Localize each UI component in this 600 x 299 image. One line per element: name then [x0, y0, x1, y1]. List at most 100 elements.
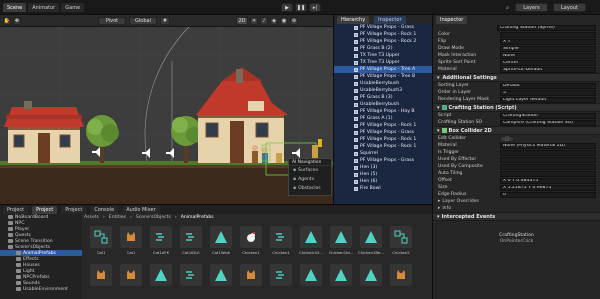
sprite-renderer-field[interactable]: Simple	[500, 45, 596, 52]
bottom-tab[interactable]: Project	[32, 205, 58, 214]
surfaces-toggle[interactable]: ▪ Surfaces	[289, 166, 331, 175]
effects-toggle[interactable]: ◈	[270, 17, 278, 25]
asset-item[interactable]: Chicken1	[236, 226, 266, 260]
box-collider-field[interactable]	[500, 170, 596, 177]
hierarchy-item[interactable]: Squirrel	[334, 150, 432, 157]
hierarchy-item[interactable]: PF Village Props - Rock 1	[334, 122, 432, 129]
layer-overrides-foldout[interactable]: ▸ Layer Overrides	[433, 198, 600, 205]
sprite-renderer-field[interactable]: None	[500, 52, 596, 59]
asset-item[interactable]: Chicken1	[266, 226, 296, 260]
box-collider-header[interactable]: ▾ Box Collider 2D	[433, 126, 600, 135]
script-field[interactable]: CraftingStation	[500, 112, 596, 119]
breadcrumb-item[interactable]: Scene'sObjects	[136, 215, 171, 220]
hierarchy-item[interactable]: PF Village Props - Grass	[334, 157, 432, 164]
play-button[interactable]: ▶	[281, 3, 293, 12]
obstacles-toggle[interactable]: ▪ Obstacles	[289, 184, 331, 193]
tab-hierarchy[interactable]: Hierarchy	[337, 15, 370, 24]
edit-collider-button[interactable]: ⬚	[500, 135, 514, 142]
lighting-toggle[interactable]: ☀	[250, 17, 258, 25]
additional-settings-field[interactable]: 5	[500, 89, 596, 96]
hierarchy-item[interactable]: PF Village Props - Rock 1	[334, 136, 432, 143]
asset-item[interactable]: Cat1IDLE	[176, 226, 206, 260]
global-dropdown[interactable]: Global	[129, 17, 157, 25]
asset-item[interactable]	[356, 264, 386, 298]
breadcrumb-item[interactable]: Entities	[109, 215, 126, 220]
gizmos-toggle[interactable]: ⊕	[290, 17, 298, 25]
bottom-tab[interactable]: Project	[61, 205, 87, 214]
box-collider-field[interactable]	[500, 149, 596, 156]
asset-item[interactable]: Chicken1D...	[296, 226, 326, 260]
sprite-renderer-field[interactable]: Sprite-Lit-Default	[500, 66, 596, 73]
intercepted-events-header[interactable]: ▾ Intercepted Events	[433, 212, 600, 221]
sprite-renderer-field[interactable]: X Y	[500, 38, 596, 45]
hand-tool-button[interactable]: ✋	[3, 17, 11, 25]
crafting-station-script-header[interactable]: ▾ Crafting Station (Script)	[433, 103, 600, 112]
asset-item[interactable]: Cat1	[116, 226, 146, 260]
hierarchy-item[interactable]: PF Grass B (2)	[334, 45, 432, 52]
script-field[interactable]: Campfire (Crafting Station SO)	[500, 119, 596, 126]
asset-item[interactable]	[206, 264, 236, 298]
breadcrumb-item[interactable]: AnimalPrefabs	[181, 215, 214, 220]
asset-item[interactable]	[236, 264, 266, 298]
bottom-tab[interactable]: Project	[3, 205, 29, 214]
step-button[interactable]: ▸|	[309, 3, 321, 12]
tab-animator[interactable]: Animator	[28, 3, 60, 12]
asset-item[interactable]: Cat1AFK	[146, 226, 176, 260]
info-foldout[interactable]: ▸ Info	[433, 205, 600, 212]
hierarchy-item[interactable]: Hen (6)	[334, 178, 432, 185]
asset-item[interactable]	[266, 264, 296, 298]
hierarchy-item[interactable]: PF Village Props - Grass	[334, 129, 432, 136]
box-collider-field[interactable]	[500, 163, 596, 170]
camera-toggle[interactable]: ◉	[280, 17, 288, 25]
hierarchy-item[interactable]: PF Village Props - Rock 1	[334, 31, 432, 38]
hierarchy-item[interactable]: TX Tree T3 Upper	[334, 59, 432, 66]
asset-item[interactable]: Chicken1Be...	[356, 226, 386, 260]
layout-dropdown[interactable]: Layout	[553, 3, 586, 12]
hierarchy-item[interactable]: PF Village Props - Tree A	[334, 66, 432, 73]
tab-scene[interactable]: Scene	[3, 3, 27, 12]
hierarchy-item[interactable]: PF Grass B (3)	[334, 94, 432, 101]
tab-inspector[interactable]: Inspector	[436, 15, 468, 24]
box-collider-field[interactable]: 0	[500, 191, 596, 198]
box-collider-field[interactable]	[500, 156, 596, 163]
box-collider-field[interactable]: None (Physics Material 2D)	[500, 142, 596, 149]
asset-item[interactable]	[146, 264, 176, 298]
asset-item[interactable]	[296, 264, 326, 298]
audio-toggle[interactable]: ♪	[260, 17, 268, 25]
hierarchy-item[interactable]: Hen (3)	[334, 164, 432, 171]
asset-item[interactable]: Chicken1Id...	[326, 226, 356, 260]
asset-item[interactable]	[386, 264, 416, 298]
search-icon[interactable]: ⌕	[505, 3, 510, 12]
asset-item[interactable]: Cat1Walk	[206, 226, 236, 260]
layers-dropdown[interactable]: Layers	[515, 3, 548, 12]
asset-item[interactable]	[116, 264, 146, 298]
agents-toggle[interactable]: ▪ Agents	[289, 175, 331, 184]
move-tool-button[interactable]: ✥	[13, 17, 21, 25]
sprite-renderer-field[interactable]: Center	[500, 59, 596, 66]
box-collider-field[interactable]: X 0 Y 0.484375	[500, 177, 596, 184]
hierarchy-item[interactable]: PF Grass A (1)	[334, 115, 432, 122]
asset-item[interactable]	[86, 264, 116, 298]
scene-view[interactable]	[0, 15, 333, 204]
asset-item[interactable]	[326, 264, 356, 298]
pause-button[interactable]: ❚❚	[295, 3, 307, 12]
additional-settings-field[interactable]: Default	[500, 82, 596, 89]
tab-inspector-secondary[interactable]: Inspector	[374, 15, 406, 24]
hierarchy-item[interactable]: PF Village Props - Tree B	[334, 73, 432, 80]
hierarchy-item[interactable]: Hen (5)	[334, 171, 432, 178]
hierarchy-item[interactable]: UsableBerrybush	[334, 80, 432, 87]
hierarchy-item[interactable]: PF Village Props - Rock 1	[334, 143, 432, 150]
additional-settings-header[interactable]: ▾ Additional Settings	[433, 73, 600, 82]
2d-toggle[interactable]: 2D	[236, 17, 248, 25]
hierarchy-item[interactable]: PF Village Props - Grass	[334, 24, 432, 31]
hierarchy-item[interactable]: TX Tree T3 Upper	[334, 52, 432, 59]
tab-game[interactable]: Game	[61, 3, 85, 12]
pivot-dropdown[interactable]: Pivot	[98, 17, 126, 25]
hierarchy-item[interactable]: Fire Bowl	[334, 185, 432, 192]
hierarchy-item[interactable]: UsableBerrybush	[334, 101, 432, 108]
asset-item[interactable]: Chicken2	[386, 226, 416, 260]
breadcrumb-item[interactable]: Assets	[84, 215, 99, 220]
grid-snap-button[interactable]: #	[160, 17, 170, 25]
hierarchy-item[interactable]: PF Village Props - Hay B	[334, 108, 432, 115]
box-collider-field[interactable]: X 1.21875 Y 0.96875	[500, 184, 596, 191]
